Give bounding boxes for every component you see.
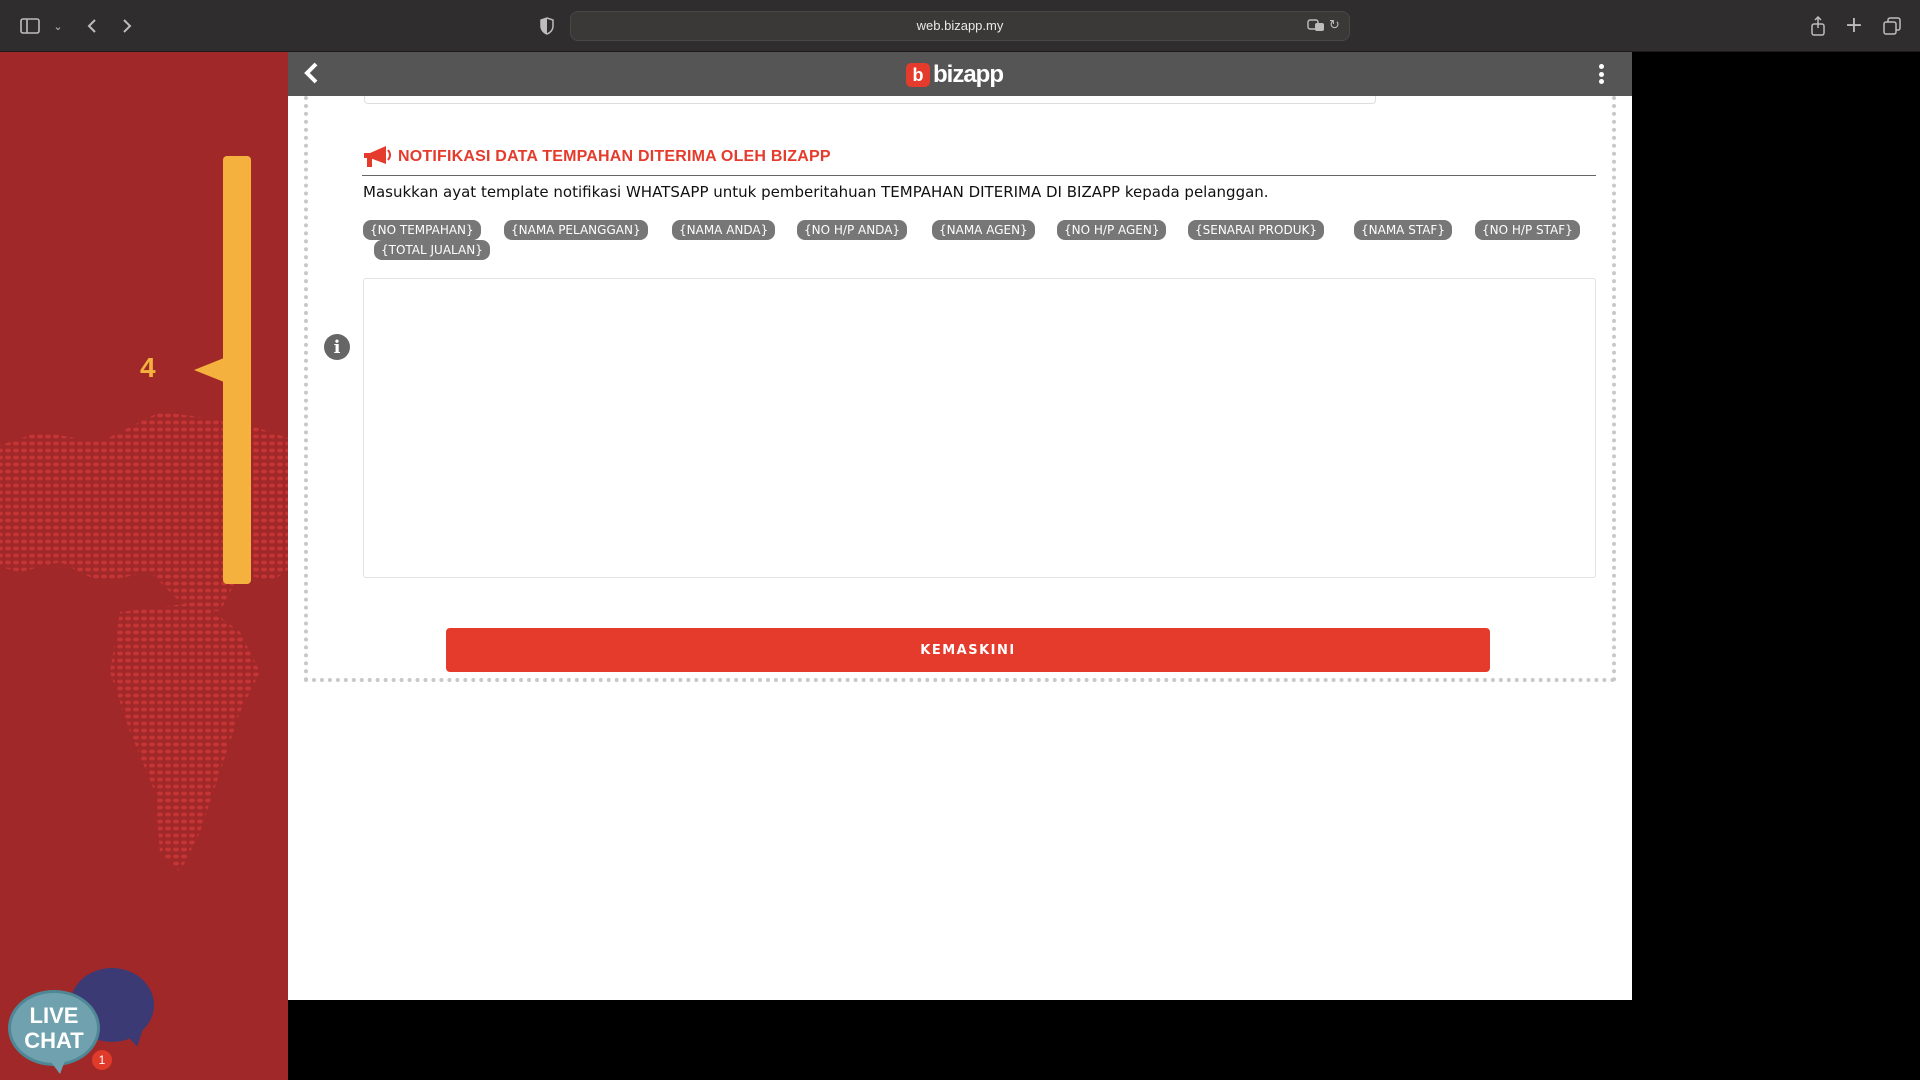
live-chat-line2: CHAT [24, 1028, 84, 1053]
address-bar[interactable]: web.bizapp.my ↻ [570, 11, 1350, 41]
step-pointer-icon [194, 358, 224, 382]
app-header: b bizapp [288, 52, 1632, 96]
url-text: web.bizapp.my [916, 18, 1004, 33]
section-divider [362, 175, 1596, 176]
app-window: b bizapp NOTIFIKASI DATA TEMPAHAN DITERI… [288, 52, 1632, 1000]
chat-bubble-front-tail-icon [48, 1058, 66, 1074]
step-indicator-bar [223, 156, 251, 584]
tag-nama-pelanggan[interactable]: {NAMA PELANGGAN} [504, 220, 648, 240]
template-textarea[interactable] [363, 278, 1596, 578]
new-tab-icon[interactable]: + [1842, 14, 1866, 38]
live-chat-button[interactable]: LIVE CHAT [8, 990, 100, 1066]
bizapp-logo-mark: b [906, 63, 930, 87]
tag-senarai-produk[interactable]: {SENARAI PRODUK} [1188, 220, 1324, 240]
unread-count-badge: 1 [92, 1050, 112, 1070]
more-options-icon[interactable] [1598, 64, 1604, 84]
forward-arrow-icon[interactable] [115, 14, 139, 38]
tag-nama-agen[interactable]: {NAMA AGEN} [932, 220, 1035, 240]
section-header: NOTIFIKASI DATA TEMPAHAN DITERIMA OLEH B… [362, 144, 831, 170]
tab-overview-icon[interactable] [1880, 14, 1904, 38]
bizapp-logo: b bizapp [906, 61, 1004, 89]
tag-no-hp-agen[interactable]: {NO H/P AGEN} [1057, 220, 1167, 240]
tag-no-tempahan[interactable]: {NO TEMPAHAN} [363, 220, 481, 240]
share-icon[interactable] [1806, 14, 1830, 38]
reload-icon[interactable]: ↻ [1329, 18, 1340, 33]
section-description: Masukkan ayat template notifikasi WHATSA… [363, 183, 1269, 201]
info-icon[interactable]: i [324, 334, 350, 360]
browser-toolbar: ⌄ web.bizapp.my ↻ + [0, 0, 1920, 52]
tag-nama-staf[interactable]: {NAMA STAF} [1354, 220, 1452, 240]
back-button[interactable] [302, 60, 330, 88]
tag-total-jualan[interactable]: {TOTAL JUALAN} [374, 240, 490, 260]
tag-no-hp-staf[interactable]: {NO H/P STAF} [1475, 220, 1580, 240]
sidebar-toggle-icon[interactable] [18, 14, 42, 38]
tag-no-hp-anda[interactable]: {NO H/P ANDA} [797, 220, 908, 240]
step-number: 4 [140, 352, 156, 383]
kemaskini-button[interactable]: KEMASKINI [446, 628, 1490, 672]
section-title: NOTIFIKASI DATA TEMPAHAN DITERIMA OLEH B… [398, 148, 831, 165]
live-chat-line1: LIVE [29, 1003, 79, 1028]
shield-icon[interactable] [535, 14, 559, 38]
back-arrow-icon[interactable] [80, 14, 104, 38]
tag-nama-anda[interactable]: {NAMA ANDA} [672, 220, 776, 240]
megaphone-icon [364, 146, 391, 167]
bizapp-logo-text: bizapp [933, 61, 1004, 88]
live-chat-widget[interactable]: LIVE CHAT 1 [8, 968, 154, 1078]
chevron-down-icon[interactable]: ⌄ [46, 14, 70, 38]
left-guide-panel: 4 [0, 52, 288, 1080]
translate-icon[interactable] [1307, 18, 1325, 36]
